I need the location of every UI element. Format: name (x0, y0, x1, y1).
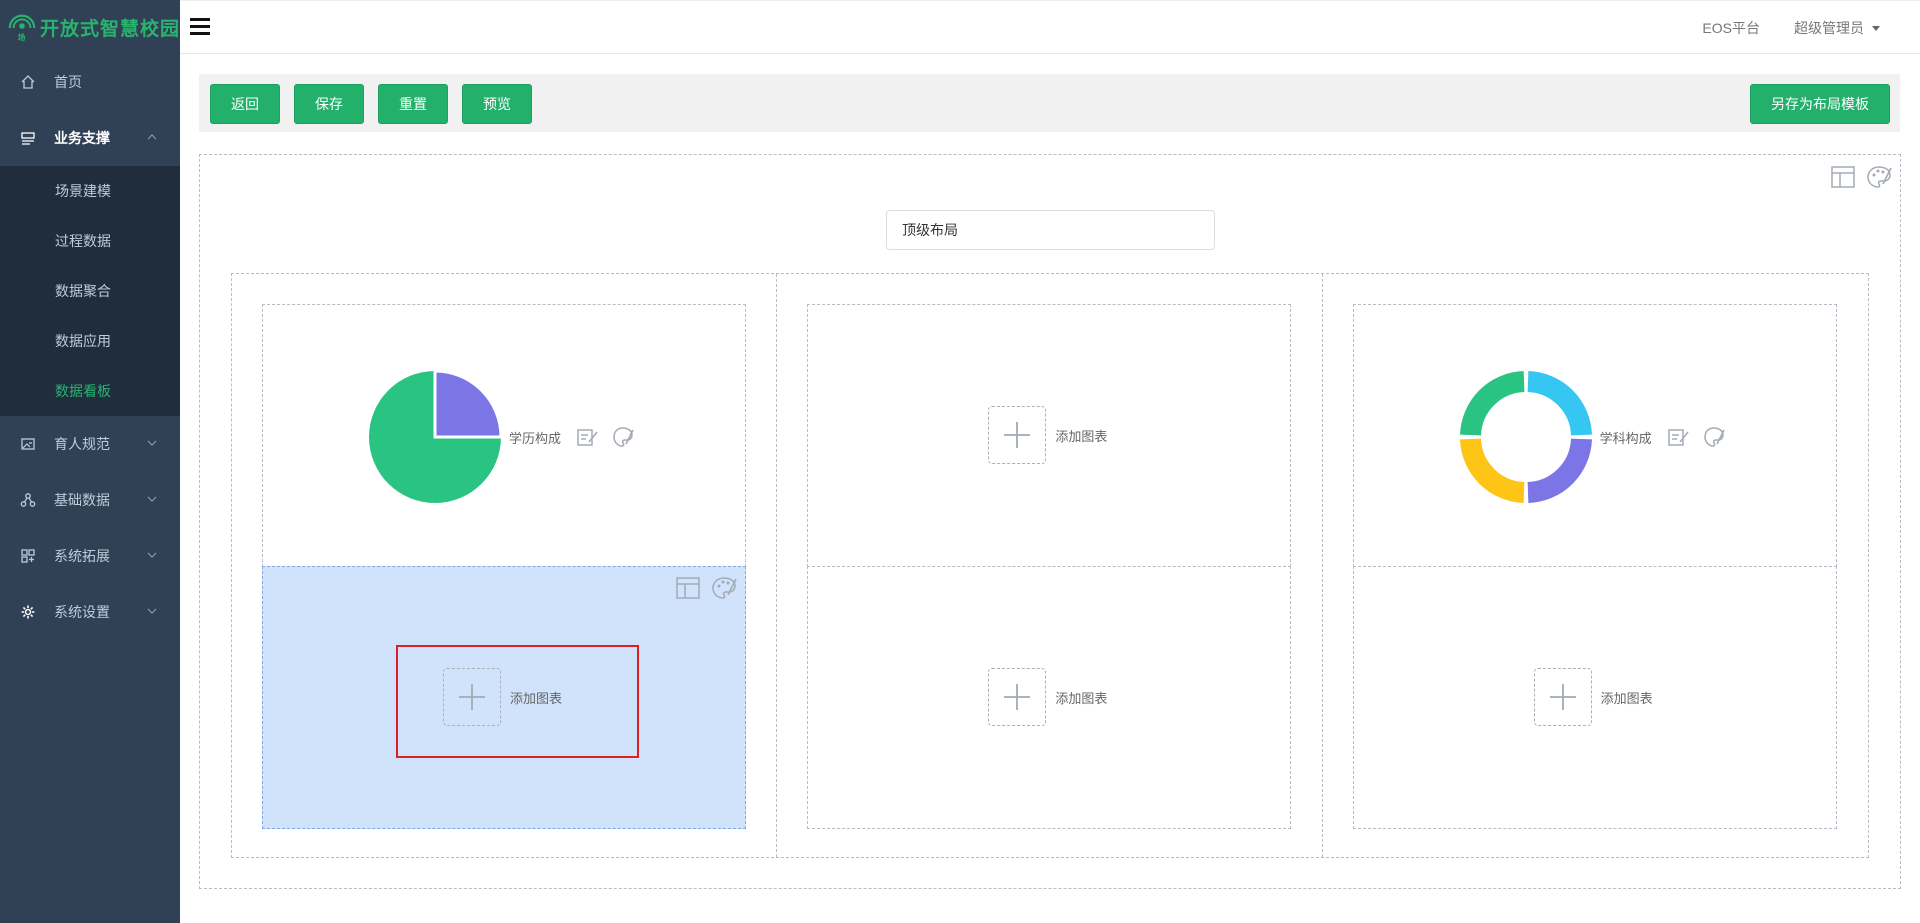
add-chart-button[interactable]: 添加图表 (988, 668, 1107, 726)
menu-item-system-settings[interactable]: 系统设置 (0, 584, 180, 640)
dashboard-icon (20, 130, 36, 146)
menu-label: 基础数据 (54, 492, 110, 508)
donut-segment-2 (1526, 438, 1592, 503)
menu-item-home[interactable]: 首页 (0, 54, 180, 110)
chart-label: 学科构成 (1599, 430, 1652, 446)
chart-controls (575, 425, 635, 449)
menu-item-system-extension[interactable]: 系统拓展 (0, 528, 180, 584)
top-navbar: EOS平台 超级管理员 (180, 0, 1920, 54)
layout-icon[interactable] (1830, 164, 1856, 190)
add-chart-label: 添加图表 (1055, 690, 1108, 706)
layout-cell-3-2[interactable]: 添加图表 (1352, 566, 1837, 829)
chevron-down-icon (147, 552, 157, 558)
layout-columns: 学历构成 添加图表 添加图表 添加图表 学科构成 添加图表 (231, 273, 1869, 858)
style-icon[interactable] (1702, 425, 1726, 449)
platform-link[interactable]: EOS平台 (1702, 18, 1760, 38)
plus-icon (988, 668, 1047, 726)
cell-tool-icons (675, 575, 737, 601)
add-chart-button[interactable]: 添加图表 (443, 668, 562, 726)
user-dropdown[interactable]: 超级管理员 (1794, 18, 1880, 38)
layout-icon[interactable] (675, 575, 701, 601)
menu-label: 业务支撑 (54, 130, 110, 146)
caret-down-icon (1872, 25, 1880, 31)
submenu-business-support: 场景建模 过程数据 数据聚合 数据应用 数据看板 (0, 166, 180, 416)
plus-icon (988, 406, 1047, 464)
layout-column-1: 学历构成 添加图表 (232, 274, 778, 857)
layout-cell-1-1[interactable]: 学历构成 (262, 304, 746, 567)
donut-segment-4 (1459, 371, 1525, 436)
edit-icon[interactable] (1666, 425, 1690, 449)
canvas-tool-icons (1830, 164, 1892, 190)
palette-icon[interactable] (1866, 164, 1892, 190)
menu-item-education-norms[interactable]: 育人规范 (0, 416, 180, 472)
style-icon[interactable] (611, 425, 635, 449)
submenu-item-data-aggregation[interactable]: 数据聚合 (0, 266, 180, 316)
add-chart-label: 添加图表 (1600, 690, 1653, 706)
submenu-item-data-dashboard[interactable]: 数据看板 (0, 366, 180, 416)
chart-widget-education: 学历构成 (369, 371, 635, 503)
layout-cell-3-1[interactable]: 学科构成 (1352, 304, 1837, 567)
add-chart-label: 添加图表 (1055, 428, 1108, 444)
layout-column-3: 学科构成 添加图表 (1323, 274, 1868, 857)
plus-icon (443, 668, 501, 726)
logo-icon: 场 (8, 14, 36, 42)
chevron-down-icon (147, 608, 157, 614)
app-root: 场 开放式智慧校园 首页 业务支撑 场景建模 过程数据 数据聚合 数据应用 数据… (0, 0, 1920, 923)
submenu-item-process-data[interactable]: 过程数据 (0, 216, 180, 266)
plus-icon (1533, 668, 1592, 726)
edit-icon[interactable] (575, 425, 599, 449)
donut-segment-3 (1459, 438, 1525, 503)
user-name: 超级管理员 (1794, 20, 1864, 36)
submenu-item-data-application[interactable]: 数据应用 (0, 316, 180, 366)
app-logo[interactable]: 场 开放式智慧校园 (0, 0, 180, 54)
menu-item-basic-data[interactable]: 基础数据 (0, 472, 180, 528)
layout-cell-2-1[interactable]: 添加图表 (807, 304, 1292, 567)
back-button[interactable]: 返回 (210, 84, 280, 124)
hamburger-menu-icon[interactable] (190, 18, 210, 36)
add-chart-label: 添加图表 (510, 690, 563, 706)
menu-label: 育人规范 (54, 436, 110, 452)
chevron-down-icon (147, 440, 157, 446)
chart-widget-subject: 学科构成 (1459, 371, 1726, 503)
submenu-item-scene-modeling[interactable]: 场景建模 (0, 166, 180, 216)
palette-icon[interactable] (711, 575, 737, 601)
layout-title-input[interactable] (886, 210, 1215, 250)
image-icon (20, 436, 36, 452)
save-button[interactable]: 保存 (294, 84, 364, 124)
chart-label: 学历构成 (509, 430, 562, 446)
home-icon (20, 74, 36, 90)
apps-icon (20, 548, 36, 564)
donut-segment-1 (1526, 371, 1592, 436)
layout-column-2: 添加图表 添加图表 (777, 274, 1323, 857)
layout-cell-2-2[interactable]: 添加图表 (807, 566, 1292, 829)
menu-label: 系统设置 (54, 604, 110, 620)
chart-controls (1666, 425, 1726, 449)
pie-chart (369, 371, 501, 503)
cluster-icon (20, 492, 36, 508)
donut-chart (1459, 371, 1592, 503)
layout-cell-1-2[interactable]: 添加图表 (262, 566, 746, 829)
menu-item-business-support[interactable]: 业务支撑 (0, 110, 180, 166)
chevron-down-icon (147, 496, 157, 502)
editor-toolbar: 返回 保存 重置 预览 另存为布局模板 (199, 74, 1900, 132)
chevron-up-icon (147, 134, 157, 140)
sidebar: 场 开放式智慧校园 首页 业务支撑 场景建模 过程数据 数据聚合 数据应用 数据… (0, 0, 180, 923)
add-chart-button[interactable]: 添加图表 (1533, 668, 1653, 726)
svg-text:场: 场 (18, 32, 26, 42)
pie-slice-minor (433, 371, 501, 439)
menu-label: 系统拓展 (54, 548, 110, 564)
reset-button[interactable]: 重置 (378, 84, 448, 124)
settings-icon (20, 604, 36, 620)
add-chart-button[interactable]: 添加图表 (988, 406, 1107, 464)
app-title: 开放式智慧校园 (39, 18, 180, 40)
save-as-template-button[interactable]: 另存为布局模板 (1750, 84, 1890, 124)
layout-canvas: 学历构成 添加图表 (199, 154, 1901, 889)
preview-button[interactable]: 预览 (462, 84, 532, 124)
navbar-right: EOS平台 超级管理员 (1702, 1, 1880, 55)
menu-label: 首页 (54, 74, 82, 90)
